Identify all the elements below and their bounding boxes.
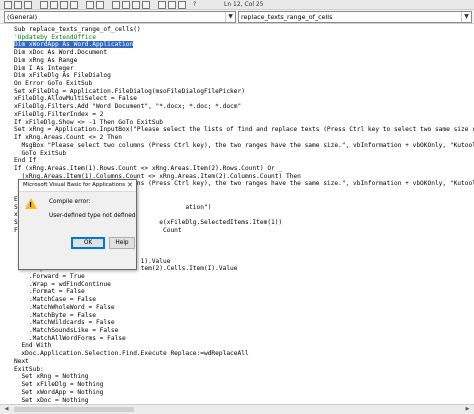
design-mode-icon[interactable] xyxy=(142,1,150,9)
warning-icon-mark: ! xyxy=(29,201,33,209)
error-message: User-defined type not defined xyxy=(49,213,136,219)
save-icon[interactable] xyxy=(24,1,32,9)
code-line[interactable]: If xFileDlg.Show <> -1 Then GoTo ExitSub xyxy=(14,119,474,127)
dialog-title-bar: Microsoft Visual Basic for Applications … xyxy=(19,180,136,192)
code-line[interactable]: .MatchSoundsLike = False xyxy=(14,327,474,335)
error-heading: Compile error: xyxy=(49,199,91,205)
cut-icon[interactable] xyxy=(40,1,48,9)
code-line[interactable]: Set xDoc = Nothing xyxy=(14,397,474,405)
close-icon[interactable]: ✕ xyxy=(127,180,133,191)
code-line[interactable]: On Error GoTo ExitSub xyxy=(14,80,474,88)
help-button[interactable]: Help xyxy=(109,237,135,249)
project-explorer-icon[interactable] xyxy=(158,1,166,9)
code-line[interactable]: xFileDlg.FilterIndex = 2 xyxy=(14,111,474,119)
dialog-body: ! Compile error: User-defined type not d… xyxy=(19,192,136,269)
reset-icon[interactable] xyxy=(132,1,140,9)
scrollbar-thumb[interactable] xyxy=(14,407,134,412)
help-icon[interactable]: ? xyxy=(193,1,196,8)
procedure-dropdown-value: replace_texts_range_of_cells xyxy=(241,13,333,21)
cursor-position: Ln 12, Col 25 xyxy=(224,1,264,8)
code-line[interactable]: If xRng.Areas.Count <> 2 Then xyxy=(14,134,474,142)
code-line[interactable]: End If xyxy=(14,157,474,165)
chevron-down-icon[interactable]: ▼ xyxy=(225,12,235,22)
code-line[interactable]: xDoc.Application.Selection.Find.Execute … xyxy=(14,350,474,358)
code-line[interactable]: .MatchWholeWord = False xyxy=(14,304,474,312)
code-line[interactable]: Sub replace_texts_range_of_cells() xyxy=(14,26,474,34)
find-icon[interactable] xyxy=(70,1,78,9)
code-line[interactable]: xFileDlg.Filters.Add "Word Document", "*… xyxy=(14,103,474,111)
code-line[interactable]: Dim xWordApp As Word.Application xyxy=(14,41,474,49)
code-line[interactable]: MsgBox "Please select two columns (Press… xyxy=(14,142,474,150)
code-line[interactable]: End With xyxy=(14,342,474,350)
object-dropdown-value: (General) xyxy=(7,13,38,21)
code-line[interactable]: .Format = False xyxy=(14,288,474,296)
code-line[interactable]: Set xFileDlg = Nothing xyxy=(14,381,474,389)
code-line[interactable]: Set xRng = Nothing xyxy=(14,373,474,381)
properties-window-icon[interactable] xyxy=(168,1,176,9)
code-line[interactable]: Dim xDoc As Word.Document xyxy=(14,49,474,57)
code-line[interactable]: Dim xRng As Range xyxy=(14,57,474,65)
compile-error-dialog: Microsoft Visual Basic for Applications … xyxy=(18,179,137,270)
code-line[interactable]: .Wrap = wdFindContinue xyxy=(14,281,474,289)
code-line[interactable]: .Forward = True xyxy=(14,273,474,281)
ok-button[interactable]: OK xyxy=(71,237,105,249)
insert-module-icon[interactable] xyxy=(14,1,22,9)
code-line[interactable]: ExitSub: xyxy=(14,366,474,374)
copy-icon[interactable] xyxy=(50,1,58,9)
toolbar: ? Ln 12, Col 25 xyxy=(0,0,474,10)
code-line[interactable]: If (xRng.Areas.Item(1).Rows.Count <> xRn… xyxy=(14,165,474,173)
code-window-header: (General) ▼ replace_texts_range_of_cells… xyxy=(0,10,474,24)
procedure-dropdown[interactable]: replace_texts_range_of_cells ▼ xyxy=(238,11,472,23)
break-icon[interactable] xyxy=(122,1,130,9)
view-excel-icon[interactable] xyxy=(4,1,12,9)
code-line[interactable]: Dim xFileDlg As FileDialog xyxy=(14,72,474,80)
chevron-down-icon[interactable]: ▼ xyxy=(461,12,471,22)
code-line[interactable]: Set xRng = Application.InputBox("Please … xyxy=(14,126,474,134)
dialog-title: Microsoft Visual Basic for Applications xyxy=(23,182,126,188)
code-line[interactable]: Dim I As Integer xyxy=(14,65,474,73)
code-line[interactable]: GoTo ExitSub xyxy=(14,150,474,158)
code-line[interactable]: .MatchByte = False xyxy=(14,312,474,320)
object-browser-icon[interactable] xyxy=(178,1,186,9)
undo-icon[interactable] xyxy=(86,1,94,9)
run-icon[interactable] xyxy=(112,1,120,9)
code-line[interactable]: xFileDlg.AllowMultiSelect = False xyxy=(14,95,474,103)
code-line[interactable]: .MatchWildcards = False xyxy=(14,319,474,327)
code-line[interactable]: .MatchAllWordForms = False xyxy=(14,335,474,343)
code-line[interactable]: 'Updateby ExtendOffice xyxy=(14,34,474,42)
code-line[interactable]: .MatchCase = False xyxy=(14,296,474,304)
code-line[interactable]: Next xyxy=(14,358,474,366)
code-line[interactable]: Set xFileDlg = Application.FileDialog(ms… xyxy=(14,88,474,96)
paste-icon[interactable] xyxy=(60,1,68,9)
code-line[interactable]: Set xWordApp = Nothing xyxy=(14,389,474,397)
redo-icon[interactable] xyxy=(96,1,104,9)
object-dropdown[interactable]: (General) ▼ xyxy=(4,11,236,23)
